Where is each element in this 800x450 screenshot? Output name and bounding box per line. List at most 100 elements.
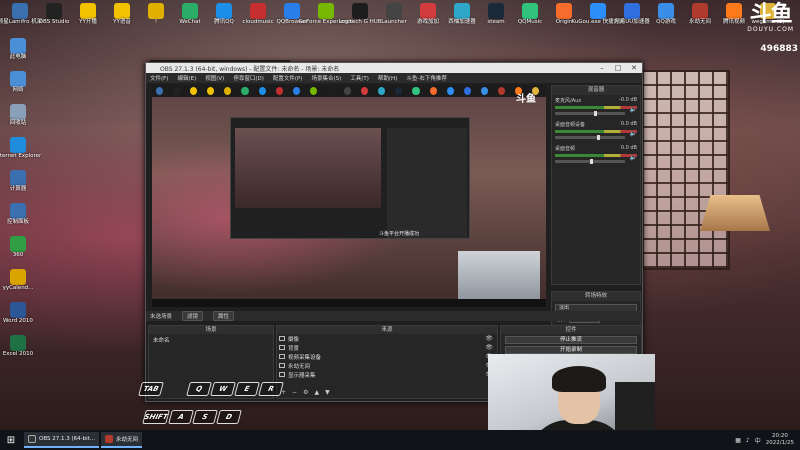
desktop-icon[interactable]: YY语音 [104, 3, 140, 26]
slider-handle[interactable] [593, 111, 597, 116]
desktop-icon[interactable]: 永劫无间 [682, 3, 718, 26]
source-item[interactable]: 显示器采集👁 [277, 370, 497, 379]
maximize-icon[interactable]: □ [610, 63, 626, 73]
source-item[interactable]: 永劫无间👁 [277, 361, 497, 370]
preview-douyu-logo: 斗鱼 [516, 94, 536, 105]
desktop-icon[interactable]: Launcher [376, 3, 412, 26]
key-w: W [210, 382, 236, 396]
filters-button[interactable]: 滤镜 [182, 311, 204, 321]
volume-slider[interactable] [555, 111, 625, 116]
desktop-icon[interactable]: 网易UU加速器 [614, 3, 650, 26]
source-item[interactable]: 摄像 👁 [277, 334, 497, 343]
desktop-icon[interactable]: QQMusic [512, 3, 548, 26]
source-status-strip: 未选场景 滤镜 属性 [146, 311, 642, 321]
properties-button[interactable]: 属性 [213, 311, 235, 321]
menu-item[interactable]: 配置文件(P) [273, 74, 303, 82]
volume-icon[interactable]: ♪ [746, 437, 750, 444]
desktop-icon[interactable]: 360 [0, 236, 36, 259]
desktop-icon[interactable]: steam [478, 3, 514, 26]
nested-preview [235, 128, 381, 208]
speaker-icon[interactable]: 🔈 [630, 130, 637, 137]
app-icon [463, 87, 471, 95]
visibility-icon[interactable]: 👁 [485, 335, 493, 342]
obs-preview[interactable]: 斗鱼平台开播成功 斗鱼 [152, 85, 546, 307]
control-panel-icon [10, 203, 26, 219]
launcher-icon [386, 3, 402, 19]
windows-start-icon[interactable]: ⊞ [0, 430, 22, 450]
menu-item[interactable]: 工具(T) [350, 74, 369, 82]
visibility-icon[interactable]: 👁 [485, 344, 493, 351]
desktop-icon[interactable]: Logitech G HUB [338, 3, 382, 26]
menu-item[interactable]: 停靠窗口(D) [233, 74, 264, 82]
desktop-icon[interactable]: Internet Explorer [0, 137, 41, 160]
control-button[interactable]: 停止推流 [505, 336, 637, 344]
menu-item[interactable]: 视图(V) [205, 74, 224, 82]
obs-window[interactable]: OBS 27.1.3 (64-bit, windows) - 配置文件: 未命名… [145, 62, 643, 402]
menu-item[interactable]: 场景集合(S) [311, 74, 341, 82]
app-icon [326, 87, 335, 95]
app-icon [446, 87, 454, 95]
video-icon [726, 3, 742, 19]
nvidia-icon [318, 3, 334, 19]
desktop-icon[interactable]: YY开播 [70, 3, 106, 26]
slider-handle[interactable] [590, 159, 593, 164]
desktop-icon[interactable]: 西柚加速器 [444, 3, 480, 26]
menu-item[interactable]: 文件(F) [150, 74, 168, 82]
desktop-icon[interactable]: 此电脑 [0, 38, 36, 61]
desktop-icon[interactable]: cloudmusic [240, 3, 276, 26]
network-icon[interactable]: ▦ [735, 437, 741, 444]
track-header: 桌面音频设备 0.0 dB [555, 121, 637, 128]
desktop-icon[interactable]: 回收站 [0, 104, 36, 127]
gear-icon[interactable]: ⚙ [303, 389, 308, 396]
ime-indicator[interactable]: 中 [755, 436, 761, 445]
key-r: R [258, 382, 284, 396]
desktop-icon[interactable]: Excel 2010 [0, 335, 36, 358]
desktop-icon[interactable]: KuGou.exe 快捷方式 [571, 3, 625, 26]
qq-icon [216, 3, 232, 19]
close-icon[interactable]: ✕ [626, 63, 642, 73]
minimize-icon[interactable]: – [594, 63, 610, 73]
up-icon[interactable]: ▲ [314, 389, 319, 396]
desktop-icon[interactable]: 领星Lamifro 机架 [0, 3, 42, 26]
volume-meter [555, 154, 637, 157]
remove-icon[interactable]: − [292, 389, 297, 396]
down-icon[interactable]: ▼ [325, 389, 330, 396]
volume-meter [555, 130, 637, 133]
desktop-icon[interactable]: yyCalend... [0, 269, 36, 292]
speaker-icon[interactable]: 🔈 [630, 106, 637, 113]
taskbar-item-obs[interactable]: OBS 27.1.3 (64-bit... [24, 432, 100, 448]
game-icon [658, 3, 674, 19]
desktop-icon[interactable]: 控制面板 [0, 203, 36, 226]
menu-item[interactable]: 帮助(H) [378, 74, 397, 82]
app-icon [412, 87, 420, 95]
calendar-icon [10, 269, 26, 285]
add-icon[interactable]: + [281, 389, 286, 396]
source-item[interactable]: 视频采集设备👁 [277, 352, 497, 361]
slider-handle[interactable] [597, 135, 600, 140]
speaker-icon[interactable]: 🔈 [630, 154, 637, 161]
control-button[interactable]: 开始录制 [505, 346, 637, 354]
menu-item[interactable]: 斗鱼-右下角推荐 [406, 74, 447, 82]
desktop-icon[interactable]: 游戏加加 [410, 3, 446, 26]
network-icon [10, 71, 26, 87]
desktop-icon[interactable]: OBS Studio [36, 3, 72, 26]
desktop-icon[interactable]: 腾讯QQ [206, 3, 242, 26]
source-item[interactable]: 背景 👁 [277, 343, 497, 352]
desktop-icon[interactable]: Word 2010 [0, 302, 36, 325]
scene-item[interactable]: 未命名 [149, 334, 273, 346]
taskbar-item-game[interactable]: 永劫无间 [101, 432, 143, 448]
source-type-icon [279, 345, 285, 350]
volume-slider[interactable] [555, 159, 625, 164]
obs-title-bar[interactable]: OBS 27.1.3 (64-bit, windows) - 配置文件: 未命名… [146, 63, 642, 73]
volume-slider[interactable] [555, 135, 625, 140]
desktop-icon[interactable]: 网络 [0, 71, 36, 94]
desktop-icon[interactable]: QQ游戏 [648, 3, 684, 26]
desktop-icon[interactable]: 计算器 [0, 170, 36, 193]
game-icon [692, 3, 708, 19]
clock[interactable]: 20:20 2022/1/25 [766, 433, 794, 447]
menu-item[interactable]: 编辑(E) [177, 74, 196, 82]
desktop-icon[interactable]: ! [138, 3, 174, 26]
room-number: 496883 [760, 44, 798, 54]
obs-title: OBS 27.1.3 (64-bit, windows) - 配置文件: 未命名… [160, 65, 340, 73]
desktop-icon[interactable]: WeChat [172, 3, 208, 26]
